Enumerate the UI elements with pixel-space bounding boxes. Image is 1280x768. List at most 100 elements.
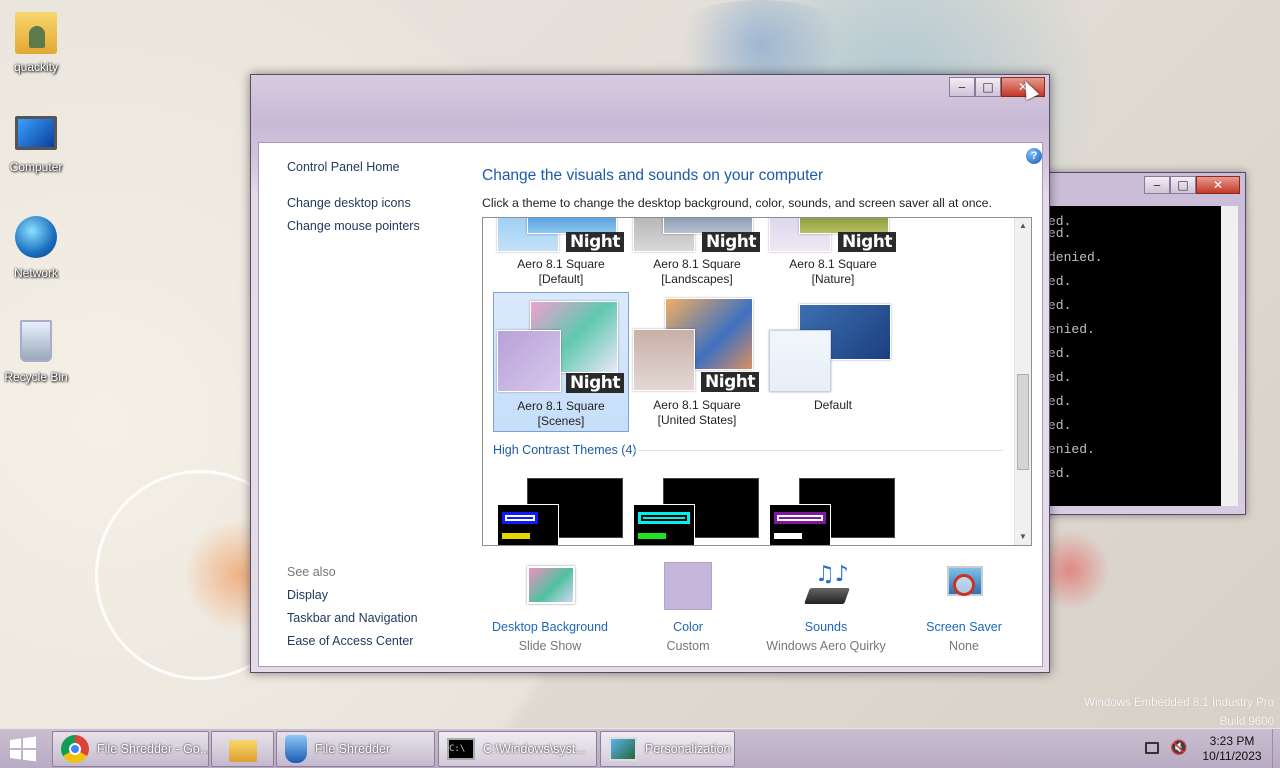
volume-muted-icon[interactable]: 🔇 bbox=[1170, 740, 1187, 756]
start-button[interactable] bbox=[8, 736, 40, 762]
night-badge: Night bbox=[701, 372, 759, 392]
network-tray-icon[interactable] bbox=[1145, 742, 1159, 754]
section-divider bbox=[633, 450, 1003, 451]
desktop-background-value: Slide Show bbox=[518, 639, 582, 653]
theme-list-scrollbar[interactable]: ▲ ▼ bbox=[1014, 218, 1031, 545]
page-subtitle: Click a theme to change the desktop back… bbox=[482, 196, 992, 210]
taskbar-clock[interactable]: 3:23 PM 10/11/2023 bbox=[1190, 734, 1274, 764]
theme-aero-default[interactable]: Night Aero 8.1 Square [Default] bbox=[493, 218, 629, 290]
see-also-ease-of-access[interactable]: Ease of Access Center bbox=[287, 634, 413, 648]
night-badge: Night bbox=[566, 232, 624, 252]
taskbar-item-file-shredder[interactable]: File Shredder bbox=[276, 731, 435, 767]
taskbar-item-personalization[interactable]: Personalization bbox=[600, 731, 735, 767]
cmd-scrollbar[interactable] bbox=[1221, 206, 1238, 506]
cmd-minimize-button[interactable]: ‒ bbox=[1144, 176, 1170, 194]
theme-thumbnail bbox=[633, 329, 695, 391]
theme-name: Aero 8.1 Square [Nature] bbox=[789, 257, 877, 286]
recycle-bin-icon bbox=[20, 320, 52, 362]
taskbar-item-chrome[interactable]: File Shredder - Go... bbox=[52, 731, 209, 767]
theme-name: Default bbox=[813, 398, 853, 412]
user-folder-icon bbox=[15, 12, 57, 54]
cmd-close-button[interactable]: ✕ bbox=[1196, 176, 1240, 194]
minimize-button[interactable]: ‒ bbox=[949, 77, 975, 97]
theme-default[interactable]: Default bbox=[765, 292, 901, 432]
color-setting[interactable]: Color Custom bbox=[618, 562, 758, 653]
night-badge: Night bbox=[838, 232, 896, 252]
theme-aero-scenes[interactable]: Night Aero 8.1 Square [Scenes] bbox=[493, 292, 629, 432]
console-line: ed. bbox=[1048, 370, 1072, 385]
theme-aero-nature[interactable]: Night Aero 8.1 Square [Nature] bbox=[765, 218, 901, 290]
scroll-up-icon[interactable]: ▲ bbox=[1015, 218, 1031, 234]
window-client-area: Control Panel Home Change desktop icons … bbox=[258, 142, 1043, 667]
console-line: ed. bbox=[1048, 226, 1072, 241]
screen-saver-link[interactable]: Screen Saver bbox=[894, 620, 1034, 634]
taskbar: File Shredder - Go... File Shredder C:\ … bbox=[0, 728, 1280, 768]
console-line: ed. bbox=[1048, 466, 1072, 481]
theme-thumbnail bbox=[633, 504, 695, 545]
sounds-link[interactable]: Sounds bbox=[756, 620, 896, 634]
theme-high-contrast-3[interactable] bbox=[769, 478, 897, 545]
network-icon bbox=[15, 216, 57, 258]
desktop-icon-recycle-bin[interactable]: Recycle Bin bbox=[4, 320, 68, 384]
os-watermark: Windows Embedded 8.1 Industry Pro Build … bbox=[1084, 694, 1274, 732]
desktop-icon-quackity[interactable]: quackity bbox=[4, 8, 68, 74]
console-line: enied. bbox=[1048, 322, 1095, 337]
sounds-value: Windows Aero Quirky bbox=[766, 639, 886, 653]
theme-aero-landscapes[interactable]: Night Aero 8.1 Square [Landscapes] bbox=[629, 218, 765, 290]
maximize-button[interactable]: □ bbox=[975, 77, 1001, 97]
chrome-icon bbox=[61, 735, 89, 763]
sounds-setting[interactable]: ♫♪ Sounds Windows Aero Quirky bbox=[756, 562, 896, 653]
theme-high-contrast-2[interactable] bbox=[633, 478, 761, 545]
cmd-console[interactable]: ed. ed. denied. ed. ed. enied. ed. ed. e… bbox=[1048, 206, 1238, 506]
screen-saver-value: None bbox=[949, 639, 979, 653]
personalization-window[interactable]: ‒ □ ✕ Control Panel Home Change desktop … bbox=[250, 74, 1050, 673]
show-desktop-button[interactable] bbox=[1272, 729, 1280, 768]
screen-saver-icon bbox=[935, 562, 993, 612]
desktop-icon-label: Network bbox=[13, 266, 58, 280]
color-value: Custom bbox=[666, 639, 710, 653]
console-line: ed. bbox=[1048, 298, 1072, 313]
desktop-background-link[interactable]: Desktop Background bbox=[480, 620, 620, 634]
scroll-down-icon[interactable]: ▼ bbox=[1015, 529, 1031, 545]
taskbar-item-explorer[interactable] bbox=[211, 731, 274, 767]
windows-logo-icon bbox=[10, 736, 36, 762]
nav-change-mouse-pointers[interactable]: Change mouse pointers bbox=[287, 219, 420, 233]
scrollbar-thumb[interactable] bbox=[1017, 374, 1029, 470]
cmd-window[interactable]: ‒ □ ✕ ed. ed. denied. ed. ed. enied. ed.… bbox=[1040, 172, 1246, 515]
theme-thumbnail bbox=[769, 504, 831, 545]
see-also-display[interactable]: Display bbox=[287, 588, 328, 602]
console-line: enied. bbox=[1048, 442, 1095, 457]
theme-aero-united-states[interactable]: Night Aero 8.1 Square [United States] bbox=[629, 292, 765, 432]
theme-high-contrast-1[interactable] bbox=[497, 478, 625, 545]
watermark-line: Windows Embedded 8.1 Industry Pro bbox=[1084, 697, 1274, 709]
desktop-icon-label: Computer bbox=[9, 160, 63, 174]
taskbar-item-cmd[interactable]: C:\ C:\Windows\syst... bbox=[438, 731, 597, 767]
nav-change-desktop-icons[interactable]: Change desktop icons bbox=[287, 196, 411, 210]
sounds-icon: ♫♪ bbox=[797, 562, 855, 612]
taskbar-item-label: Personalization bbox=[645, 742, 731, 756]
desktop-background-setting[interactable]: Desktop Background Slide Show bbox=[480, 562, 620, 653]
desktop-icon-network[interactable]: Network bbox=[4, 216, 68, 280]
computer-icon bbox=[15, 116, 57, 150]
cmd-icon: C:\ bbox=[447, 738, 475, 760]
color-link[interactable]: Color bbox=[618, 620, 758, 634]
console-line: ed. bbox=[1048, 346, 1072, 361]
nav-control-panel-home[interactable]: Control Panel Home bbox=[287, 160, 400, 174]
theme-thumbnail bbox=[497, 504, 559, 545]
file-shredder-icon bbox=[285, 735, 307, 763]
help-icon[interactable]: ? bbox=[1026, 148, 1042, 164]
taskbar-item-label: C:\Windows\syst... bbox=[483, 742, 586, 756]
theme-name: Aero 8.1 Square [Landscapes] bbox=[653, 257, 741, 286]
see-also-taskbar-navigation[interactable]: Taskbar and Navigation bbox=[287, 611, 418, 625]
theme-name: Aero 8.1 Square [United States] bbox=[653, 398, 741, 427]
screen-saver-setting[interactable]: Screen Saver None bbox=[894, 562, 1034, 653]
theme-list[interactable]: Night Aero 8.1 Square [Default] Night Aer… bbox=[482, 217, 1032, 546]
desktop-icon-label: quackity bbox=[13, 60, 59, 74]
console-line: ed. bbox=[1048, 274, 1072, 289]
desktop-icon-computer[interactable]: Computer bbox=[4, 116, 68, 174]
theme-name: Aero 8.1 Square [Scenes] bbox=[517, 399, 605, 428]
theme-thumbnail bbox=[769, 330, 831, 392]
theme-name: Aero 8.1 Square [Default] bbox=[517, 257, 605, 286]
file-explorer-icon bbox=[228, 740, 257, 762]
cmd-maximize-button[interactable]: □ bbox=[1170, 176, 1196, 194]
